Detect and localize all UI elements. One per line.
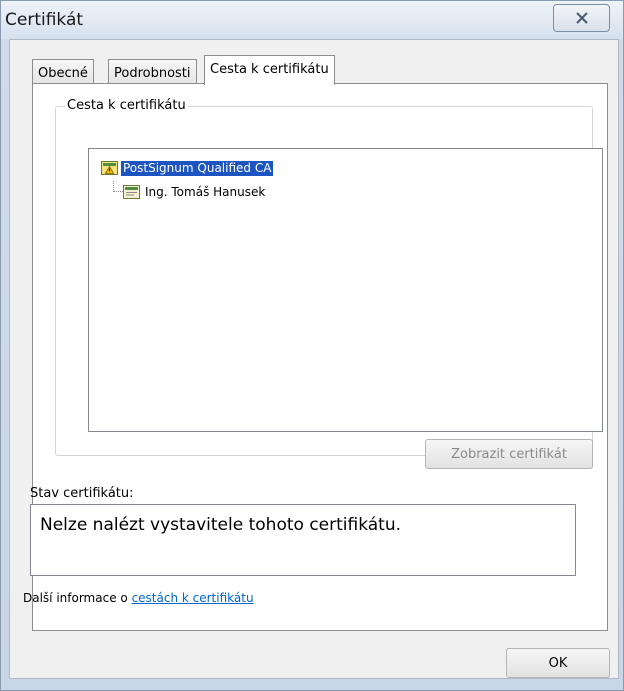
tree-item-label: Ing. Tomáš Hanusek <box>145 184 266 199</box>
close-icon <box>575 12 588 24</box>
tab-certification-path[interactable]: Cesta k certifikátu <box>204 55 335 85</box>
status-label: Stav certifikátu: <box>30 486 134 501</box>
certificate-icon <box>123 185 140 199</box>
status-text: Nelze nalézt vystavitele tohoto certifik… <box>40 515 402 535</box>
tab-details[interactable]: Podrobnosti <box>108 59 197 85</box>
certificate-dialog: Certifikát Obecné Podrobnosti Cesta k ce… <box>0 0 624 691</box>
certification-path-group: Cesta k certifikátu PostSignum Qualified… <box>55 98 603 469</box>
close-button[interactable] <box>553 4 610 32</box>
dialog-client-area: Obecné Podrobnosti Cesta k certifikátu C… <box>9 39 619 679</box>
more-info: Další informace o cestách k certifikátu <box>23 591 254 605</box>
title-bar[interactable]: Certifikát <box>1 1 623 39</box>
window-title: Certifikát <box>5 10 84 30</box>
tab-general[interactable]: Obecné <box>32 59 94 85</box>
group-label: Cesta k certifikátu <box>65 98 188 113</box>
certificate-status-box[interactable]: Nelze nalézt vystavitele tohoto certifik… <box>30 504 576 576</box>
tree-connector-line <box>113 181 123 192</box>
ok-button[interactable]: OK <box>506 648 610 678</box>
certificate-warning-icon <box>101 161 118 175</box>
tree-item-label: PostSignum Qualified CA <box>121 160 274 176</box>
view-certificate-button[interactable]: Zobrazit certifikát <box>425 439 593 469</box>
certification-path-tree[interactable]: PostSignum Qualified CA Ing. Tomáš Hanus… <box>88 148 603 432</box>
tree-item-root-ca[interactable]: PostSignum Qualified CA <box>101 160 274 176</box>
tree-item-end-certificate[interactable]: Ing. Tomáš Hanusek <box>123 184 267 200</box>
more-info-text: Další informace o <box>23 591 132 605</box>
certification-path-help-link[interactable]: cestách k certifikátu <box>132 591 254 605</box>
